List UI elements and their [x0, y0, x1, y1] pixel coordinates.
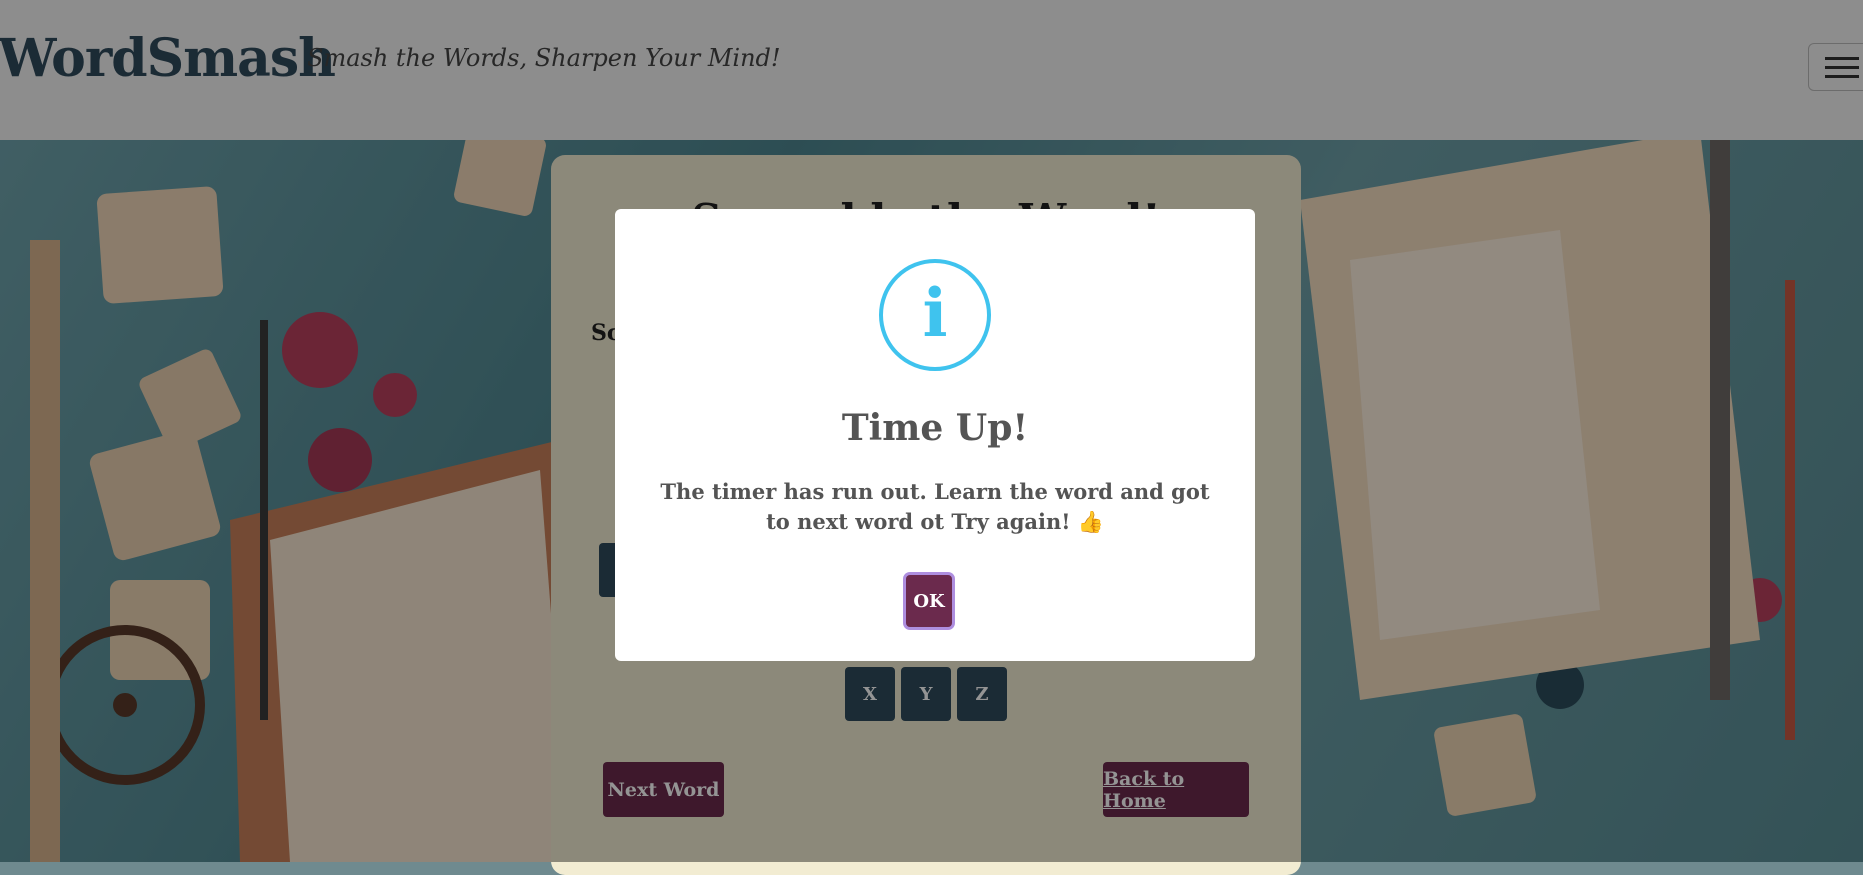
info-icon: i	[879, 259, 991, 371]
info-glyph: i	[922, 274, 948, 352]
ok-button[interactable]: OK	[906, 575, 952, 627]
dialog-message: The timer has run out. Learn the word an…	[660, 479, 1210, 534]
dialog-title: Time Up!	[841, 407, 1029, 449]
time-up-dialog: i Time Up! The timer has run out. Learn …	[615, 209, 1255, 661]
